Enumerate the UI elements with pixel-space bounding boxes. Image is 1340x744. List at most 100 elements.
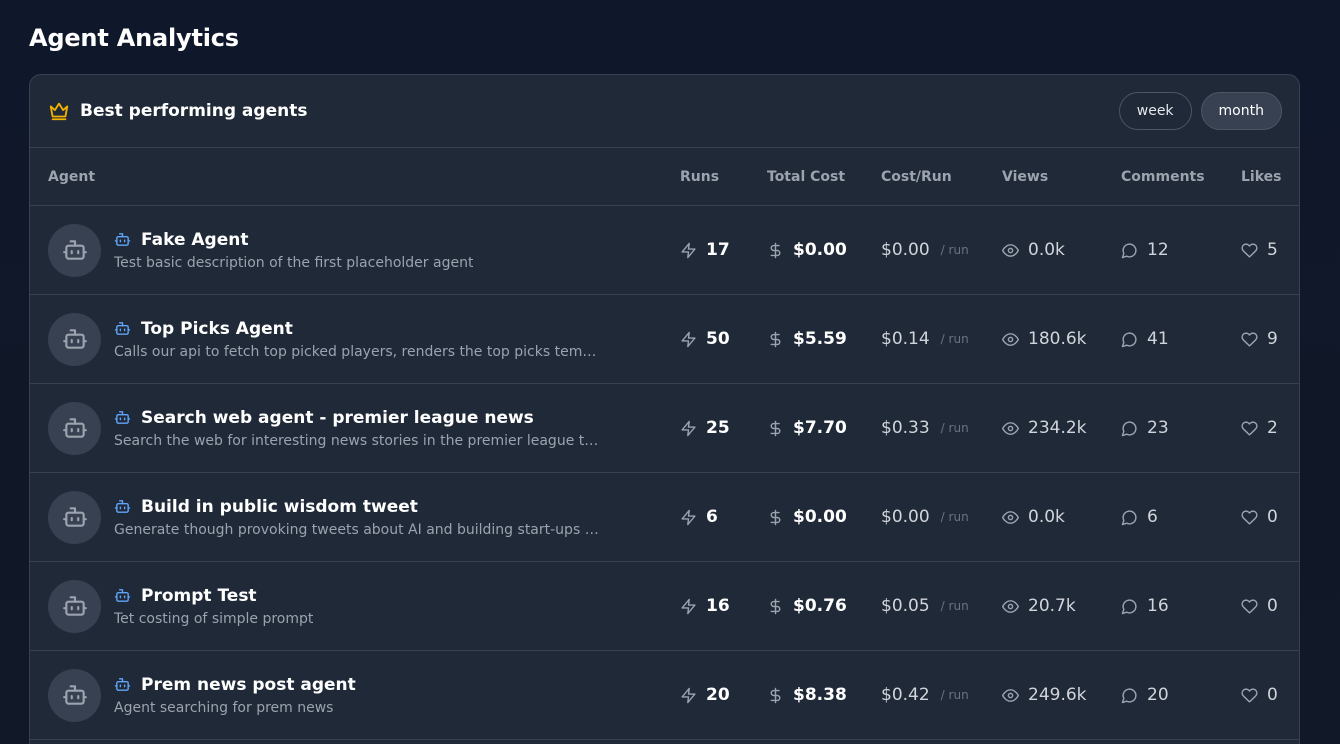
likes-cell: 0 [1241, 507, 1299, 527]
agent-description: Search the web for interesting news stor… [114, 432, 604, 449]
views-value: 0.0k [1028, 240, 1065, 260]
agent-name[interactable]: Fake Agent [141, 230, 248, 250]
comments-value: 16 [1147, 596, 1169, 616]
header-likes[interactable]: Likes [1241, 169, 1299, 185]
bot-icon [114, 231, 131, 248]
comments-value: 20 [1147, 685, 1169, 705]
agent-name[interactable]: Prem news post agent [141, 675, 356, 695]
per-run-suffix: / run [940, 688, 969, 702]
cost-per-run-value: $0.42 [881, 685, 930, 705]
runs-cell: 16 [680, 596, 767, 616]
agent-avatar [48, 223, 101, 277]
page-title: Agent Analytics [29, 24, 239, 52]
header-total-cost[interactable]: Total Cost [767, 169, 881, 185]
comments-value: 6 [1147, 507, 1158, 527]
likes-cell: 9 [1241, 329, 1299, 349]
eye-icon [1002, 598, 1019, 615]
per-run-suffix: / run [940, 510, 969, 524]
runs-value: 16 [706, 596, 730, 616]
cost-per-run-value: $0.00 [881, 240, 930, 260]
total-cost-cell: $5.59 [767, 329, 881, 349]
agent-name-line: Prompt Test [114, 586, 313, 606]
per-run-suffix: / run [940, 332, 969, 346]
runs-cell: 50 [680, 329, 767, 349]
week-button[interactable]: week [1118, 92, 1192, 130]
runs-value: 17 [706, 240, 730, 260]
agent-text: Fake Agent Test basic description of the… [114, 230, 473, 271]
total-cost-cell: $8.38 [767, 685, 881, 705]
runs-cell: 20 [680, 685, 767, 705]
agent-cell: Prem news post agent Agent searching for… [30, 668, 680, 722]
message-circle-icon [1121, 687, 1138, 704]
cost-per-run-value: $0.00 [881, 507, 930, 527]
cost-per-run-cell: $0.14 / run [881, 329, 1002, 349]
likes-cell: 2 [1241, 418, 1299, 438]
zap-icon [680, 687, 697, 704]
comments-cell: 23 [1121, 418, 1241, 438]
header-views[interactable]: Views [1002, 169, 1121, 185]
table-body: Fake Agent Test basic description of the… [30, 206, 1299, 740]
header-runs[interactable]: Runs [680, 169, 767, 185]
views-value: 180.6k [1028, 329, 1087, 349]
robot-icon [62, 682, 88, 708]
heart-icon[interactable] [1241, 420, 1258, 437]
agent-cell: Fake Agent Test basic description of the… [30, 223, 680, 277]
comments-cell: 20 [1121, 685, 1241, 705]
bot-icon [114, 676, 131, 693]
total-cost-value: $0.00 [793, 507, 847, 527]
heart-icon[interactable] [1241, 509, 1258, 526]
table-row[interactable]: Fake Agent Test basic description of the… [30, 206, 1299, 295]
comments-cell: 12 [1121, 240, 1241, 260]
table-row[interactable]: Build in public wisdom tweet Generate th… [30, 473, 1299, 562]
table-row[interactable]: Top Picks Agent Calls our api to fetch t… [30, 295, 1299, 384]
agent-name[interactable]: Build in public wisdom tweet [141, 497, 418, 517]
likes-cell: 5 [1241, 240, 1299, 260]
eye-icon [1002, 331, 1019, 348]
agent-name[interactable]: Prompt Test [141, 586, 257, 606]
cost-per-run-cell: $0.00 / run [881, 507, 1002, 527]
agent-cell: Search web agent - premier league news S… [30, 401, 680, 455]
table-header: Agent Runs Total Cost Cost/Run Views Com… [30, 148, 1299, 206]
likes-value: 0 [1267, 596, 1278, 616]
agent-name-line: Prem news post agent [114, 675, 356, 695]
agent-text: Top Picks Agent Calls our api to fetch t… [114, 319, 604, 360]
total-cost-cell: $0.00 [767, 240, 881, 260]
dollar-icon [767, 687, 784, 704]
table-row[interactable]: Prem news post agent Agent searching for… [30, 651, 1299, 740]
header-cost-per-run[interactable]: Cost/Run [881, 169, 1002, 185]
zap-icon [680, 509, 697, 526]
agent-avatar [48, 401, 101, 455]
dollar-icon [767, 509, 784, 526]
robot-icon [62, 593, 88, 619]
views-cell: 20.7k [1002, 596, 1121, 616]
likes-value: 0 [1267, 507, 1278, 527]
agent-name[interactable]: Top Picks Agent [141, 319, 293, 339]
cost-per-run-cell: $0.00 / run [881, 240, 1002, 260]
header-comments[interactable]: Comments [1121, 169, 1241, 185]
agent-cell: Top Picks Agent Calls our api to fetch t… [30, 312, 680, 366]
heart-icon[interactable] [1241, 242, 1258, 259]
heart-icon[interactable] [1241, 687, 1258, 704]
comments-cell: 6 [1121, 507, 1241, 527]
runs-cell: 17 [680, 240, 767, 260]
views-cell: 234.2k [1002, 418, 1121, 438]
robot-icon [62, 415, 88, 441]
likes-value: 5 [1267, 240, 1278, 260]
runs-value: 50 [706, 329, 730, 349]
message-circle-icon [1121, 242, 1138, 259]
heart-icon[interactable] [1241, 598, 1258, 615]
agent-text: Search web agent - premier league news S… [114, 408, 604, 449]
agent-text: Prem news post agent Agent searching for… [114, 675, 356, 716]
cost-per-run-cell: $0.05 / run [881, 596, 1002, 616]
views-cell: 0.0k [1002, 507, 1121, 527]
header-agent[interactable]: Agent [30, 169, 680, 185]
agent-text: Build in public wisdom tweet Generate th… [114, 497, 604, 538]
table-row[interactable]: Search web agent - premier league news S… [30, 384, 1299, 473]
agent-name[interactable]: Search web agent - premier league news [141, 408, 534, 428]
comments-value: 23 [1147, 418, 1169, 438]
views-value: 249.6k [1028, 685, 1087, 705]
month-button[interactable]: month [1200, 92, 1282, 130]
card-header: Best performing agents week month [30, 75, 1299, 148]
heart-icon[interactable] [1241, 331, 1258, 348]
table-row[interactable]: Prompt Test Tet costing of simple prompt… [30, 562, 1299, 651]
